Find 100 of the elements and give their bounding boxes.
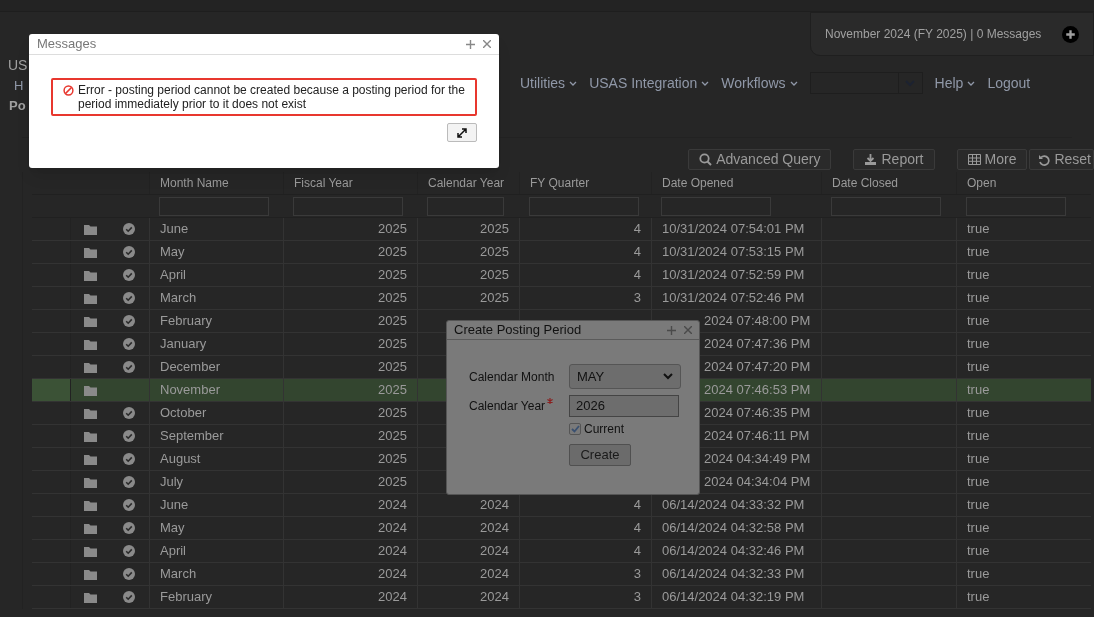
- filter-field[interactable]: [966, 196, 1066, 216]
- prohibited-icon: [63, 85, 74, 96]
- nav-item[interactable]: Workflows: [721, 72, 798, 94]
- table-cell-text: true: [967, 220, 990, 239]
- table-cell-text: 2025: [378, 243, 407, 262]
- table-cell-text: January: [160, 335, 207, 354]
- table-cell-text: 2024: [378, 519, 407, 538]
- check-circle-icon: [123, 246, 135, 258]
- folder-icon[interactable]: [83, 568, 97, 580]
- toolbar-button[interactable]: Advanced Query: [688, 149, 832, 170]
- undo-icon: [1038, 153, 1051, 166]
- filter-field[interactable]: [159, 196, 269, 216]
- toolbar-button[interactable]: More: [956, 149, 1028, 170]
- column-header[interactable]: Date Closed: [832, 174, 899, 192]
- table-cell-text: 2024 07:46:53 PM: [704, 381, 811, 400]
- column-header[interactable]: Date Opened: [662, 174, 734, 192]
- table-cell-text: 2025: [480, 243, 509, 262]
- folder-icon[interactable]: [83, 476, 97, 488]
- folder-icon[interactable]: [83, 223, 97, 235]
- table-cell-text: 2025: [378, 473, 407, 492]
- table-cell-text: 2025: [480, 220, 509, 239]
- close-icon[interactable]: [483, 40, 491, 48]
- folder-icon[interactable]: [83, 338, 97, 350]
- close-icon[interactable]: [684, 326, 692, 334]
- table-cell-text: true: [967, 404, 990, 423]
- year-field[interactable]: 2026: [569, 395, 679, 417]
- folder-icon[interactable]: [83, 545, 97, 557]
- table-cell-text: 2025: [378, 404, 407, 423]
- table-cell-text: 3: [633, 289, 641, 308]
- table-cell-text: 06/14/2024 04:33:32 PM: [662, 496, 805, 515]
- filter-field[interactable]: [831, 196, 941, 216]
- folder-icon[interactable]: [83, 315, 97, 327]
- month-select[interactable]: MAY: [569, 364, 681, 389]
- expand-button[interactable]: [447, 123, 477, 142]
- table-cell-text: 2024: [480, 542, 509, 561]
- folder-icon[interactable]: [83, 453, 97, 465]
- checkmark-icon: [570, 425, 580, 433]
- caret-icon: [663, 373, 673, 380]
- table-cell-text: 2024: [378, 565, 407, 584]
- table-cell-text: August: [160, 450, 201, 469]
- table-cell-text: true: [967, 473, 990, 492]
- folder-icon[interactable]: [83, 384, 97, 396]
- table-cell-text: October: [160, 404, 207, 423]
- toolbar-button[interactable]: Report: [853, 149, 935, 170]
- table-cell-text: 10/31/2024 07:52:46 PM: [662, 289, 805, 308]
- nav-item[interactable]: Help: [934, 72, 976, 94]
- table-cell-text: 3: [633, 565, 641, 584]
- create-button[interactable]: Create: [569, 444, 631, 466]
- column-header[interactable]: Calendar Year: [428, 174, 505, 192]
- table-cell-text: 2024: [378, 588, 407, 607]
- folder-icon[interactable]: [83, 246, 97, 258]
- filter-field[interactable]: [529, 196, 639, 216]
- table-cell-text: 06/14/2024 04:32:46 PM: [662, 542, 805, 561]
- column-header[interactable]: FY Quarter: [530, 174, 590, 192]
- folder-icon[interactable]: [83, 522, 97, 534]
- folder-icon[interactable]: [83, 361, 97, 373]
- filter-field[interactable]: [427, 196, 504, 216]
- column-header[interactable]: Month Name: [160, 174, 229, 192]
- column-header[interactable]: Fiscal Year: [294, 174, 353, 192]
- folder-icon[interactable]: [83, 499, 97, 511]
- folder-icon[interactable]: [83, 292, 97, 304]
- column-header[interactable]: Open: [967, 174, 997, 192]
- toolbar-button[interactable]: Reset: [1029, 149, 1094, 170]
- nav-item[interactable]: Logout: [987, 72, 1031, 94]
- nav-item[interactable]: H: [14, 76, 24, 96]
- folder-icon[interactable]: [83, 430, 97, 442]
- folder-icon[interactable]: [83, 591, 97, 603]
- table-cell-text: 06/14/2024 04:32:19 PM: [662, 588, 805, 607]
- nav-item[interactable]: Utilities: [520, 72, 578, 94]
- table-cell-text: December: [160, 358, 220, 377]
- filter-field[interactable]: [293, 196, 403, 216]
- current-checkbox[interactable]: [569, 423, 581, 435]
- table-cell-text: 2024 07:48:00 PM: [704, 312, 811, 331]
- table-cell-text: 2025: [378, 289, 407, 308]
- table-cell-text: true: [967, 335, 990, 354]
- nav-item[interactable]: USAS Integration: [589, 72, 710, 94]
- folder-icon[interactable]: [83, 407, 97, 419]
- check-circle-icon: [123, 476, 135, 488]
- table-cell-text: 10/31/2024 07:52:59 PM: [662, 266, 805, 285]
- plus-icon[interactable]: [466, 39, 475, 49]
- table-cell-text: true: [967, 565, 990, 584]
- table-cell-text: 2024 07:47:20 PM: [704, 358, 811, 377]
- table-cell-text: April: [160, 266, 186, 285]
- add-icon[interactable]: [1062, 25, 1079, 43]
- check-circle-icon: [123, 269, 135, 281]
- plus-icon[interactable]: [667, 325, 676, 335]
- folder-icon[interactable]: [83, 269, 97, 281]
- table-cell-text: true: [967, 312, 990, 331]
- table-cell-text: 2024: [480, 565, 509, 584]
- filter-field[interactable]: [661, 196, 771, 216]
- table-cell-text: 2025: [378, 358, 407, 377]
- table-cell-text: 2024: [378, 542, 407, 561]
- table-cell-text: November: [160, 381, 220, 400]
- table-cell-text: true: [967, 450, 990, 469]
- error-text: Error - posting period cannot be created because a posting period for the period immediately prior to it does not exist: [78, 83, 465, 111]
- table-cell-text: 2025: [480, 266, 509, 285]
- check-circle-icon: [123, 315, 135, 327]
- table-cell-text: July: [160, 473, 184, 492]
- table-cell-text: 2025: [378, 220, 407, 239]
- app-title: US: [8, 56, 28, 75]
